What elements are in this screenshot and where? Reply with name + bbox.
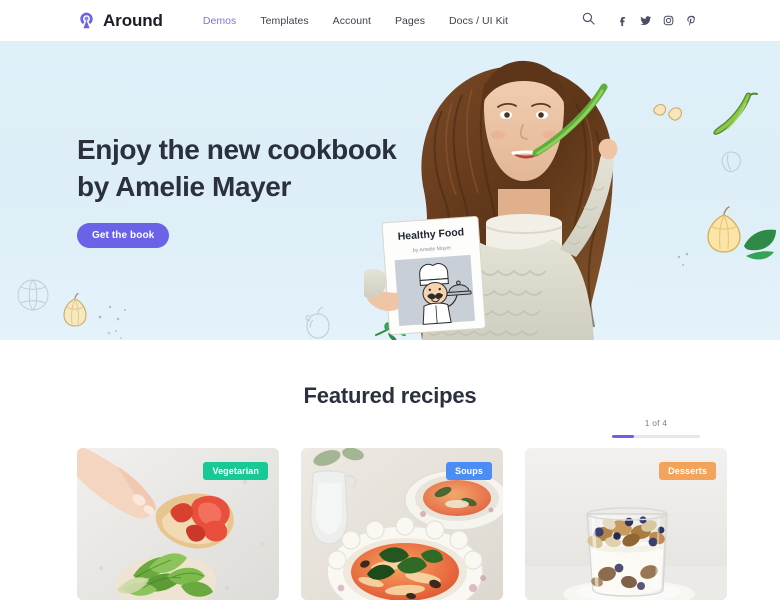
- pager-fill: [612, 435, 634, 438]
- recipe-badge[interactable]: Soups: [445, 462, 492, 480]
- nav-item-docs[interactable]: Docs / UI Kit: [437, 15, 520, 27]
- onion-outline-doodle: [718, 149, 748, 175]
- pager-label: 1 of 4: [644, 418, 668, 428]
- social-link-facebook[interactable]: [611, 9, 634, 32]
- featured-recipes-section: Featured recipes 1 of 4 Vegetarian Soups…: [0, 340, 780, 600]
- search-icon: [582, 12, 595, 30]
- pinterest-icon: [686, 15, 697, 26]
- hero-photo: Healthy Food by Amelie Mayer: [364, 41, 684, 340]
- bell-pepper-doodle: [55, 339, 117, 340]
- get-the-book-button[interactable]: Get the book: [77, 223, 170, 248]
- apple-outline-doodle: [300, 306, 336, 340]
- page-root: Around Demos Templates Account Pages Doc…: [0, 0, 780, 600]
- hero-copy: Enjoy the new cookbook by Amelie Mayer G…: [77, 131, 397, 248]
- garlic-bulb-doodle: [700, 206, 748, 256]
- carousel-pager: 1 of 4: [612, 418, 700, 438]
- garlic-doodle: [58, 292, 92, 329]
- main-nav: Demos Templates Account Pages Docs / UI …: [191, 15, 520, 27]
- dots-left-doodle: [98, 304, 128, 326]
- nav-item-account[interactable]: Account: [321, 15, 383, 27]
- twitter-icon: [639, 15, 652, 26]
- header-actions: [575, 8, 703, 34]
- search-button[interactable]: [575, 8, 601, 34]
- around-logo-icon: [77, 11, 96, 30]
- melon-doodle: [14, 276, 52, 314]
- brand-name: Around: [103, 10, 163, 30]
- recipe-badge[interactable]: Desserts: [659, 462, 716, 480]
- recipe-card[interactable]: Desserts: [525, 448, 727, 600]
- section-title: Featured recipes: [303, 383, 477, 408]
- nav-item-templates[interactable]: Templates: [248, 15, 320, 27]
- recipe-card[interactable]: Soups: [301, 448, 503, 600]
- recipe-badge[interactable]: Vegetarian: [203, 462, 268, 480]
- hero-section: Enjoy the new cookbook by Amelie Mayer G…: [0, 41, 780, 340]
- recipe-card-list: Vegetarian Soups Desserts: [0, 448, 780, 600]
- facebook-icon: [617, 15, 628, 26]
- social-link-pinterest[interactable]: [680, 9, 703, 32]
- nav-item-pages[interactable]: Pages: [383, 15, 437, 27]
- site-header: Around Demos Templates Account Pages Doc…: [0, 0, 780, 41]
- social-link-twitter[interactable]: [634, 9, 657, 32]
- hero-title: Enjoy the new cookbook by Amelie Mayer: [77, 134, 397, 202]
- pager-track[interactable]: [612, 435, 700, 438]
- chili-pepper-doodle: [712, 91, 764, 147]
- social-link-instagram[interactable]: [657, 9, 680, 32]
- instagram-icon: [663, 15, 674, 26]
- nav-item-demos[interactable]: Demos: [191, 15, 249, 27]
- recipe-card[interactable]: Vegetarian: [77, 448, 279, 600]
- brand-logo[interactable]: Around: [77, 11, 163, 31]
- leaf-doodle: [742, 226, 780, 268]
